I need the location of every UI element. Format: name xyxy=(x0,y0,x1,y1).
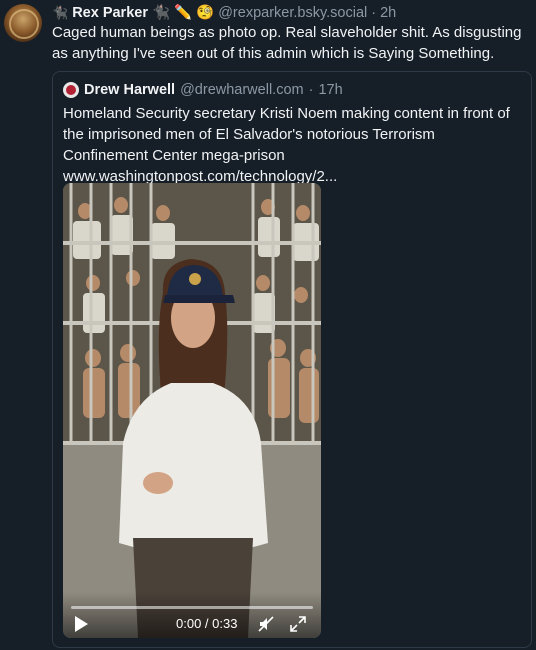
post-text: Caged human beings as photo op. Real sla… xyxy=(52,24,522,62)
quote-header: Drew Harwell @drewharwell.com · 17h xyxy=(63,82,343,98)
play-icon[interactable] xyxy=(75,616,88,632)
video-player[interactable]: 0:00 / 0:33 xyxy=(63,183,321,638)
quote-author-avatar[interactable] xyxy=(63,82,79,98)
mute-icon[interactable] xyxy=(257,615,275,633)
video-progress-bar[interactable] xyxy=(71,606,313,609)
quoted-post[interactable]: Drew Harwell @drewharwell.com · 17h Home… xyxy=(52,71,532,648)
quote-author-handle[interactable]: @drewharwell.com xyxy=(180,82,304,98)
post[interactable]: 🐈‍⬛ Rex Parker 🐈‍⬛ ✏️ 🧐 @rexparker.bsky.… xyxy=(0,0,536,650)
separator: · xyxy=(371,4,377,21)
author-avatar[interactable] xyxy=(4,4,42,42)
author-handle[interactable]: @rexparker.bsky.social xyxy=(218,5,367,21)
author-emojis: 🐈‍⬛ ✏️ 🧐 xyxy=(151,5,215,21)
quote-text: Homeland Security secretary Kristi Noem … xyxy=(63,105,510,164)
quote-body: Homeland Security secretary Kristi Noem … xyxy=(63,103,523,187)
cat-emoji-icon: 🐈‍⬛ xyxy=(52,4,69,20)
video-time: 0:00 / 0:33 xyxy=(176,616,238,631)
video-frame xyxy=(63,183,321,638)
video-controls: 0:00 / 0:33 xyxy=(63,592,321,638)
quote-separator: · xyxy=(308,82,314,98)
author-name[interactable]: Rex Parker xyxy=(72,5,148,21)
quote-author-name[interactable]: Drew Harwell xyxy=(84,82,175,98)
post-header: 🐈‍⬛ Rex Parker 🐈‍⬛ ✏️ 🧐 @rexparker.bsky.… xyxy=(52,4,396,22)
post-age[interactable]: 2h xyxy=(380,5,396,21)
fullscreen-icon[interactable] xyxy=(289,615,307,633)
quote-age[interactable]: 17h xyxy=(318,82,342,98)
